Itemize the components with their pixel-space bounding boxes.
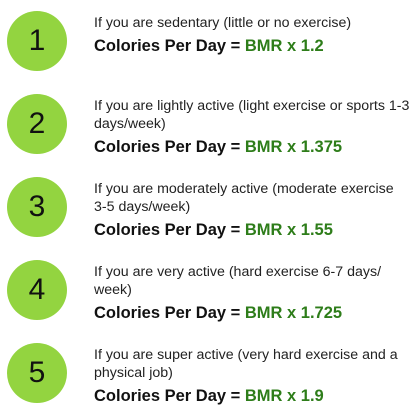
formula-value: BMR x 1.375	[244, 138, 343, 156]
level-number: 3	[28, 190, 46, 223]
level-text-block: If you are super active (very hard exerc…	[94, 346, 410, 406]
calorie-formula: Colories Per Day = BMR x 1.375	[94, 137, 410, 157]
level-number-badge: 5	[7, 343, 67, 403]
level-text-block: If you are lightly active (light exercis…	[94, 97, 410, 157]
activity-level-item-3: 3 If you are moderately active (moderate…	[0, 166, 410, 246]
formula-label: Colories Per Day =	[94, 138, 241, 156]
level-description: If you are sedentary (little or no exerc…	[94, 15, 352, 31]
calorie-formula: Colories Per Day = BMR x 1.9	[94, 386, 410, 406]
level-number-badge: 4	[7, 260, 67, 320]
level-description: If you are lightly active (light exercis…	[94, 98, 410, 132]
calorie-formula: Colories Per Day = BMR x 1.725	[94, 303, 410, 323]
calorie-formula: Colories Per Day = BMR x 1.2	[94, 36, 410, 56]
level-number: 2	[28, 107, 46, 140]
level-description: If you are very active (hard exercise 6-…	[94, 264, 382, 298]
activity-level-list: 1 If you are sedentary (little or no exe…	[0, 0, 410, 410]
formula-value: BMR x 1.55	[244, 221, 333, 239]
formula-value: BMR x 1.2	[244, 37, 324, 55]
activity-level-item-5: 5 If you are super active (very hard exe…	[0, 332, 410, 412]
formula-label: Colories Per Day =	[94, 221, 241, 239]
level-number-badge: 2	[7, 94, 67, 154]
level-text-block: If you are very active (hard exercise 6-…	[94, 263, 410, 323]
formula-value: BMR x 1.9	[244, 387, 324, 405]
level-description: If you are moderately active (moderate e…	[94, 181, 394, 215]
level-number: 1	[28, 24, 46, 57]
level-number: 5	[28, 356, 46, 389]
activity-level-item-1: 1 If you are sedentary (little or no exe…	[0, 0, 410, 80]
level-text-block: If you are sedentary (little or no exerc…	[94, 14, 410, 56]
level-number-badge: 3	[7, 177, 67, 237]
formula-value: BMR x 1.725	[244, 304, 343, 322]
formula-label: Colories Per Day =	[94, 387, 241, 405]
calorie-formula: Colories Per Day = BMR x 1.55	[94, 220, 410, 240]
level-number: 4	[28, 273, 46, 306]
level-description: If you are super active (very hard exerc…	[94, 347, 398, 381]
activity-level-item-4: 4 If you are very active (hard exercise …	[0, 249, 410, 329]
level-text-block: If you are moderately active (moderate e…	[94, 180, 410, 240]
level-number-badge: 1	[7, 11, 67, 71]
formula-label: Colories Per Day =	[94, 304, 241, 322]
activity-level-item-2: 2 If you are lightly active (light exerc…	[0, 83, 410, 163]
formula-label: Colories Per Day =	[94, 37, 241, 55]
